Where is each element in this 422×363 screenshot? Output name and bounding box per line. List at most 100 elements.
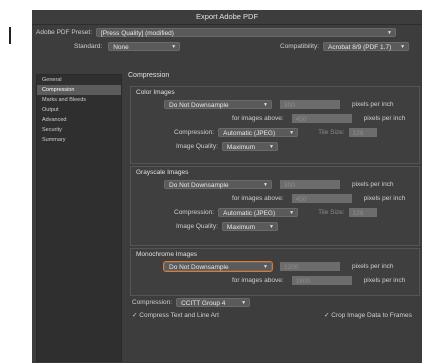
compat-value: Acrobat 8/9 (PDF 1.7) (328, 44, 392, 51)
gray-quality-label: Image Quality: (176, 223, 218, 230)
gray-quality-value: Maximum (226, 224, 256, 231)
sidebar-item-general[interactable]: General (37, 75, 121, 85)
mono-above-unit: pixels per inch (363, 277, 406, 284)
gray-above-label: for images above: (232, 195, 284, 202)
preset-label: Adobe PDF Preset: (36, 29, 92, 36)
color-ppi-unit: pixels per inch (352, 101, 394, 108)
sidebar-item-summary[interactable]: Summary (37, 135, 121, 145)
crop-image-checkbox[interactable]: ✓ Crop Image Data to Frames (324, 311, 412, 319)
preset-row: Adobe PDF Preset: [Press Quality] (modif… (36, 28, 396, 37)
preset-value: [Press Quality] (modified) (101, 30, 174, 37)
compat-select[interactable]: Acrobat 8/9 (PDF 1.7) ▼ (323, 42, 410, 51)
gray-quality-select[interactable]: Maximum ▼ (221, 222, 278, 231)
color-ppi-field[interactable]: 300 (280, 100, 340, 109)
chevron-down-icon: ▼ (268, 144, 274, 150)
mono-compression-row: Compression: CCITT Group 4 ▼ (132, 298, 251, 307)
mono-above-field[interactable]: 1800 (291, 276, 352, 285)
gray-downsample-select[interactable]: Do Not Downsample ▼ (164, 180, 272, 189)
gray-compression-value: Automatic (JPEG) (223, 210, 276, 217)
export-pdf-dialog: Export Adobe PDF Adobe PDF Preset: [Pres… (32, 10, 422, 363)
color-above-unit: pixels per inch (363, 115, 406, 122)
color-downsample-select[interactable]: Do Not Downsample ▼ (164, 100, 272, 109)
color-compression-row: Compression: Automatic (JPEG) ▼ Tile Siz… (174, 128, 377, 137)
color-images-group (130, 86, 420, 164)
color-quality-label: Image Quality: (176, 143, 218, 150)
color-quality-select[interactable]: Maximum ▼ (221, 142, 278, 151)
grayscale-images-group (130, 166, 420, 246)
compress-text-checkbox[interactable]: ✓ Compress Text and Line Art (132, 311, 219, 319)
sidebar-item-security[interactable]: Security (37, 125, 121, 135)
color-above-field[interactable]: 450 (291, 114, 352, 123)
sidebar-item-label: Compression (42, 87, 75, 93)
sidebar-item-label: Security (42, 127, 62, 133)
gray-above-unit: pixels per inch (363, 195, 406, 202)
compress-text-label: Compress Text and Line Art (139, 312, 219, 319)
gray-above-row: for images above: 450 pixels per inch (232, 194, 405, 203)
color-quality-row: Image Quality: Maximum ▼ (176, 142, 278, 151)
mono-above-row: for images above: 1800 pixels per inch (232, 276, 405, 285)
color-compression-label: Compression: (174, 129, 215, 136)
gray-quality-row: Image Quality: Maximum ▼ (176, 222, 278, 231)
gray-downsample-value: Do Not Downsample (169, 182, 229, 189)
sidebar-item-marks-and-bleeds[interactable]: Marks and Bleeds (37, 95, 121, 105)
mono-downsample-select[interactable]: Do Not Downsample ▼ (163, 261, 273, 272)
monochrome-images-title: Monochrome Images (136, 251, 198, 258)
gray-ppi-field[interactable]: 300 (280, 180, 340, 189)
gray-compression-label: Compression: (174, 209, 215, 216)
color-compression-select[interactable]: Automatic (JPEG) ▼ (218, 128, 299, 137)
sidebar-item-label: Output (42, 107, 59, 113)
color-compression-value: Automatic (JPEG) (223, 130, 276, 137)
section-title: Compression (128, 72, 170, 79)
gray-compression-select[interactable]: Automatic (JPEG) ▼ (218, 208, 299, 217)
gray-tile-field[interactable]: 128 (348, 208, 377, 217)
color-images-title: Color Images (136, 89, 175, 96)
chevron-down-icon: ▼ (400, 44, 406, 50)
color-downsample-row: Do Not Downsample ▼ 300 pixels per inch (164, 100, 394, 109)
sidebar: General Compression Marks and Bleeds Out… (36, 74, 122, 362)
chevron-down-icon: ▼ (241, 300, 247, 306)
sidebar-item-compression[interactable]: Compression (37, 85, 121, 95)
crop-image-label: Crop Image Data to Frames (331, 312, 412, 319)
mono-downsample-value: Do Not Downsample (169, 264, 229, 271)
chevron-down-icon: ▼ (263, 264, 268, 270)
sidebar-item-output[interactable]: Output (37, 105, 121, 115)
chevron-down-icon: ▼ (263, 102, 268, 108)
chevron-down-icon: ▼ (289, 130, 295, 136)
color-above-label: for images above: (232, 115, 284, 122)
standard-row: Standard: None ▼ (74, 42, 181, 51)
gray-tile-label: Tile Size: (318, 209, 345, 216)
mono-ppi-unit: pixels per inch (352, 263, 394, 270)
color-above-row: for images above: 450 pixels per inch (232, 114, 405, 123)
grayscale-images-title: Grayscale Images (136, 169, 189, 176)
standard-value: None (113, 44, 129, 51)
chevron-down-icon: ▼ (387, 30, 392, 36)
compat-label: Compatibility: (280, 43, 320, 50)
standard-select[interactable]: None ▼ (108, 42, 181, 51)
mono-above-label: for images above: (232, 277, 284, 284)
color-tile-label: Tile Size: (318, 129, 345, 136)
mono-compression-value: CCITT Group 4 (181, 300, 226, 307)
standard-label: Standard: (74, 43, 103, 50)
window-title: Export Adobe PDF (32, 10, 422, 25)
checkmark-icon: ✓ (324, 312, 330, 319)
chevron-down-icon: ▼ (268, 224, 274, 230)
mono-compression-select[interactable]: CCITT Group 4 ▼ (176, 298, 251, 307)
chevron-down-icon: ▼ (263, 182, 268, 188)
gray-above-field[interactable]: 450 (291, 194, 352, 203)
color-downsample-value: Do Not Downsample (169, 102, 229, 109)
mono-downsample-row: Do Not Downsample ▼ 1200 pixels per inch (163, 261, 394, 272)
mono-compression-label: Compression: (132, 299, 173, 306)
sidebar-item-label: Marks and Bleeds (42, 97, 87, 103)
mono-ppi-field[interactable]: 1200 (280, 262, 340, 271)
gray-compression-row: Compression: Automatic (JPEG) ▼ Tile Siz… (174, 208, 377, 217)
gray-downsample-row: Do Not Downsample ▼ 300 pixels per inch (164, 180, 394, 189)
chevron-down-icon: ▼ (171, 44, 177, 50)
sidebar-item-label: Summary (42, 137, 66, 143)
gray-ppi-unit: pixels per inch (352, 181, 394, 188)
preset-select[interactable]: [Press Quality] (modified) ▼ (96, 28, 396, 37)
chevron-down-icon: ▼ (289, 210, 295, 216)
color-tile-field[interactable]: 128 (348, 128, 377, 137)
sidebar-item-advanced[interactable]: Advanced (37, 115, 121, 125)
color-quality-value: Maximum (226, 144, 256, 151)
sidebar-item-label: General (42, 77, 62, 83)
